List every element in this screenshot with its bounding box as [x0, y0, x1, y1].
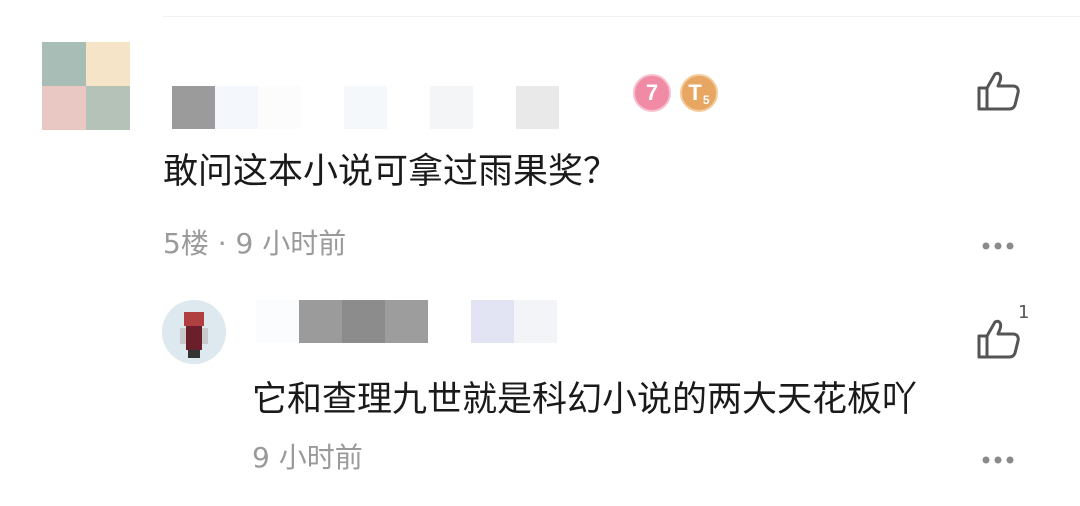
reply-thumbs-up-icon[interactable]: [975, 318, 1021, 360]
title-badge-sub: 5: [702, 93, 710, 107]
level-badge-text: 7: [645, 80, 659, 105]
thumbs-up-icon[interactable]: [975, 70, 1021, 112]
top-divider: [163, 16, 1080, 17]
title-badge: T5: [680, 74, 718, 112]
reply-like-count: 1: [1018, 302, 1030, 323]
reply-meta: 9 小时前: [252, 441, 363, 474]
avatar[interactable]: [42, 42, 130, 130]
reply-text: 它和查理九世就是科幻小说的两大天花板吖: [252, 380, 918, 420]
comment-text: 敢问这本小说可拿过雨果奖？: [163, 152, 619, 192]
comment-meta: 5楼 · 9 小时前: [163, 227, 347, 260]
level-badge: 7: [633, 74, 671, 112]
reply-more-icon[interactable]: [980, 454, 1016, 466]
more-icon[interactable]: [980, 240, 1016, 252]
reply-username-blurred[interactable]: [256, 300, 557, 343]
username-blurred[interactable]: [172, 86, 559, 129]
reply-avatar[interactable]: [162, 300, 226, 364]
title-badge-text: T: [688, 80, 702, 105]
